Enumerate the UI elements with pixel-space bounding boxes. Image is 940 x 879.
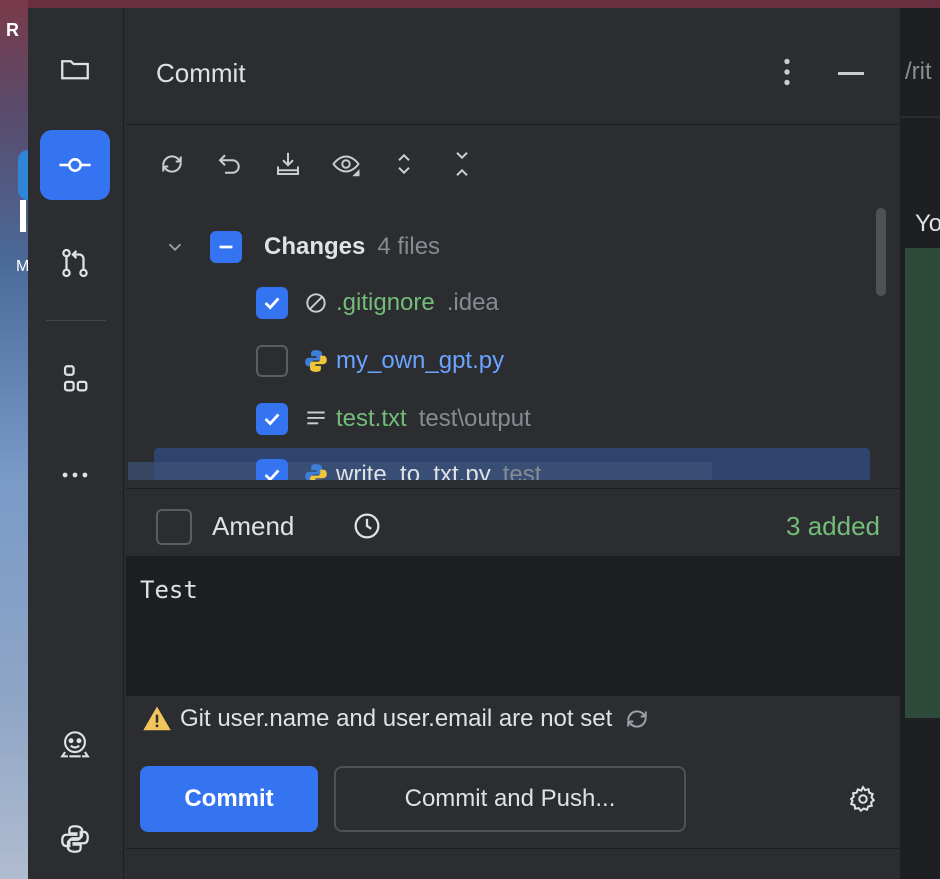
amend-bar: Amend 3 added [126, 488, 900, 556]
amend-checkbox[interactable] [156, 509, 192, 545]
python-file-icon [302, 347, 330, 375]
check-icon [264, 297, 280, 310]
ignored-icon [302, 289, 330, 317]
expand-all-button[interactable] [386, 146, 422, 182]
python-icon [61, 825, 89, 853]
editor-added-lines-highlight [905, 248, 940, 718]
panel-header: Commit [126, 8, 900, 126]
show-diff-icon [332, 155, 360, 177]
editor-tab-fragment[interactable]: /rit [905, 58, 932, 86]
changes-group-label: Changes [264, 233, 366, 260]
file-row-my-own-gpt[interactable]: my_own_gpt.py [256, 336, 504, 386]
editor-tab-divider [901, 116, 940, 118]
file-path: test [502, 461, 542, 480]
changes-tree: Changes 4 files .gitignore .idea my_own_… [126, 214, 886, 480]
folder-icon [61, 60, 89, 80]
file-checkbox[interactable] [256, 287, 288, 319]
file-checkbox[interactable] [256, 459, 288, 480]
tree-scrollbar[interactable] [876, 208, 886, 296]
desktop-background: R M [0, 0, 30, 879]
shelve-icon [277, 152, 299, 175]
file-path: test\output [418, 405, 531, 432]
refresh-icon[interactable] [622, 704, 652, 734]
options-menu-icon[interactable] [772, 54, 802, 90]
bottom-separator [126, 848, 900, 849]
commit-icon [59, 158, 91, 172]
file-row-test-txt[interactable]: test.txt test\output [256, 394, 531, 444]
structure-icon [63, 365, 88, 392]
python-file-icon [302, 461, 330, 480]
warning-text: Git user.name and user.email are not set [180, 705, 613, 732]
tool-window-strip [28, 8, 124, 879]
commit-history-clock-icon[interactable] [350, 509, 384, 543]
text-file-icon [302, 405, 330, 433]
group-checkbox[interactable] [210, 231, 242, 263]
file-path: .idea [446, 289, 499, 316]
changes-toolbar [154, 144, 480, 184]
commit-and-push-button[interactable]: Commit and Push... [334, 766, 686, 832]
changes-group-row[interactable]: Changes 4 files [164, 222, 440, 272]
structure-tool-button[interactable] [40, 344, 110, 414]
header-separator [126, 124, 900, 125]
pull-requests-tool-button[interactable] [40, 228, 110, 298]
file-row-gitignore[interactable]: .gitignore .idea [256, 278, 499, 328]
expand-all-icon [398, 153, 410, 175]
partial-check-icon [219, 245, 233, 249]
commit-message-editor[interactable]: Test [126, 556, 900, 696]
robot-icon [60, 731, 90, 758]
editor-area: /rit Yo [900, 8, 940, 879]
python-packages-tool-button[interactable] [40, 804, 110, 874]
rollback-icon [218, 154, 240, 174]
ai-assistant-tool-button[interactable] [40, 710, 110, 780]
rollback-button[interactable] [212, 146, 248, 182]
file-name: my_own_gpt.py [336, 347, 505, 374]
desktop-cursor-mark [20, 200, 26, 232]
changes-group-count: 4 files [377, 233, 441, 260]
show-diff-button[interactable] [328, 146, 364, 182]
warning-icon [143, 706, 171, 731]
strip-separator [46, 320, 106, 321]
hide-panel-button[interactable] [838, 72, 864, 75]
file-name: test.txt [336, 405, 407, 432]
commit-tool-button[interactable] [40, 130, 110, 200]
check-icon [264, 469, 280, 480]
amend-label: Amend [212, 511, 295, 541]
changes-status: 3 added [786, 511, 880, 541]
commit-panel: Commit Changes 4 files .gitignore .idea … [126, 8, 900, 879]
pull-request-icon [62, 248, 88, 278]
collapse-all-button[interactable] [444, 146, 480, 182]
gear-icon[interactable] [848, 784, 878, 814]
panel-title: Commit [156, 58, 246, 88]
refresh-icon [162, 155, 182, 173]
file-row-write-to-txt[interactable]: write_to_txt.py test [256, 450, 541, 480]
desktop-label-top: R [6, 20, 19, 40]
file-name: write_to_txt.py [336, 461, 491, 480]
more-tool-windows-button[interactable] [40, 440, 110, 510]
commit-message-text[interactable]: Test [140, 576, 198, 604]
git-user-warning: Git user.name and user.email are not set [142, 702, 660, 736]
commit-button[interactable]: Commit [140, 766, 318, 832]
more-horizontal-icon [62, 472, 88, 478]
refresh-button[interactable] [154, 146, 190, 182]
file-name: .gitignore [336, 289, 435, 316]
window-top-border [28, 0, 940, 8]
collapse-all-icon [456, 152, 468, 176]
file-checkbox[interactable] [256, 345, 288, 377]
project-tool-button[interactable] [40, 34, 110, 104]
shelve-button[interactable] [270, 146, 306, 182]
chevron-down-icon[interactable] [164, 236, 186, 258]
file-checkbox[interactable] [256, 403, 288, 435]
check-icon [264, 413, 280, 426]
editor-text-fragment: Yo [915, 210, 940, 237]
